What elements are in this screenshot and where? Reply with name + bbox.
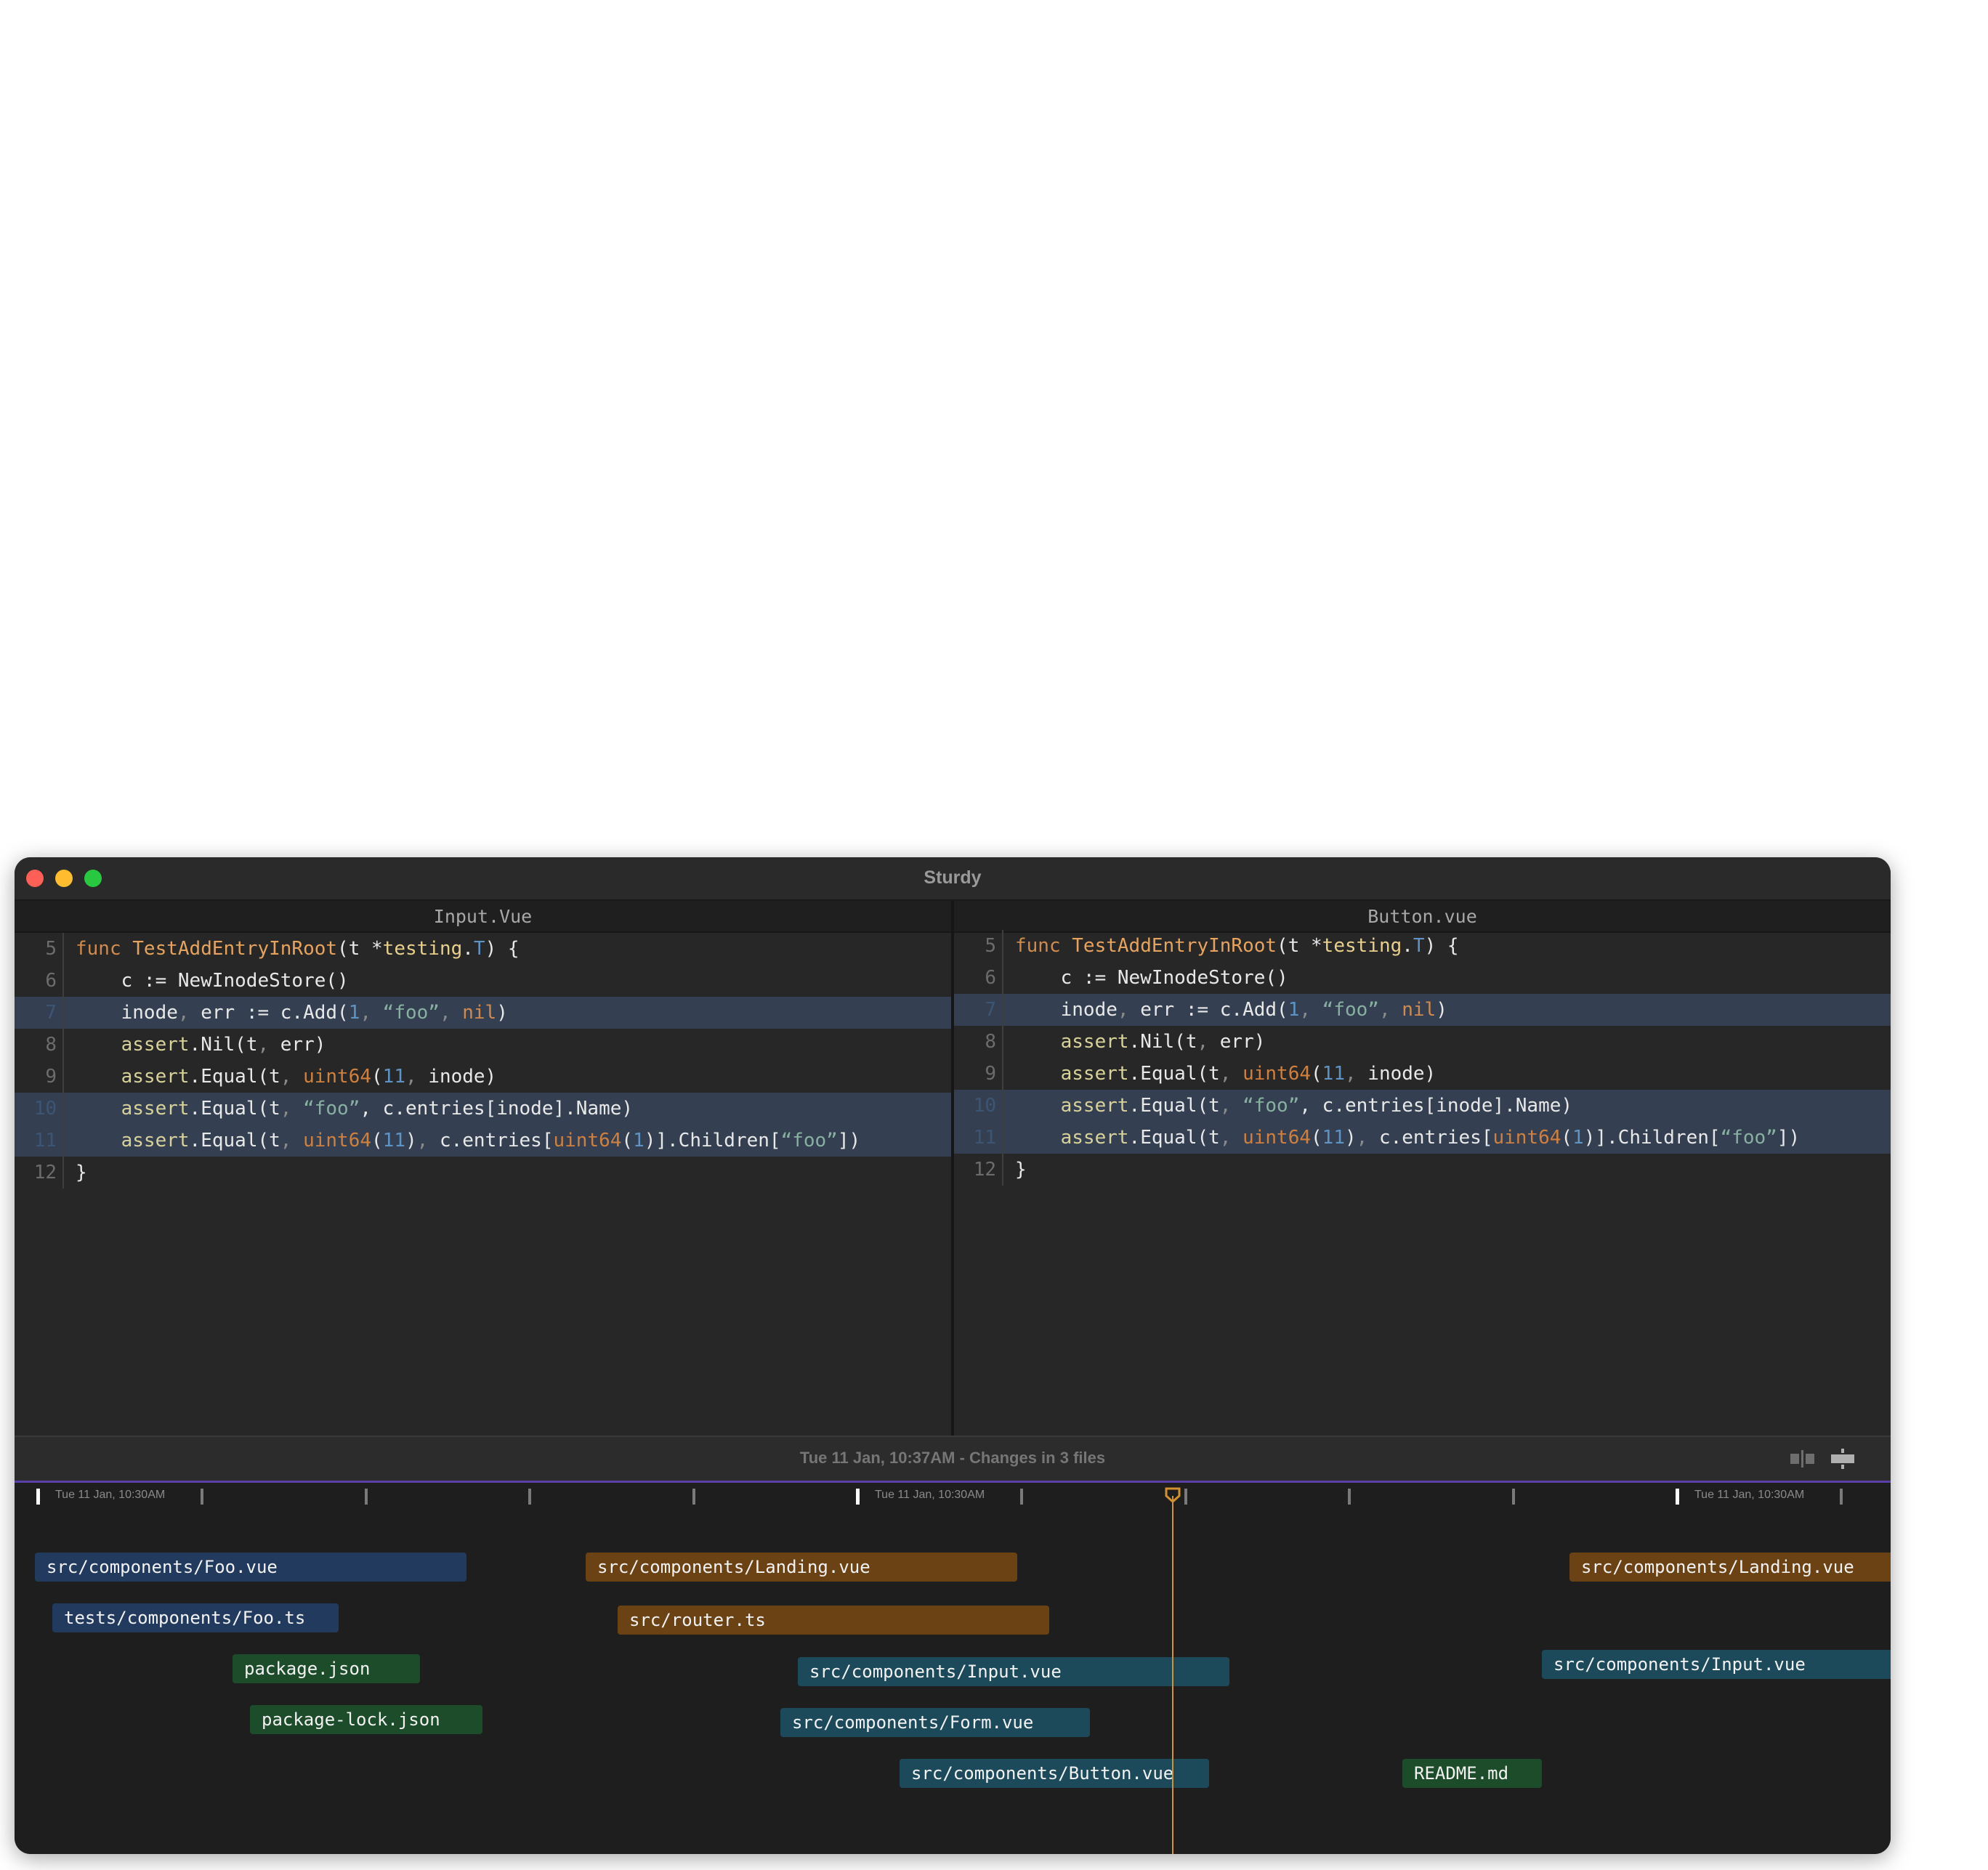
code-text: assert.Equal(t, “foo”, c.entries[inode].…	[1015, 1095, 1573, 1117]
title-bar: Sturdy	[15, 857, 1891, 901]
code-text: inode, err := c.Add(1, “foo”, nil)	[76, 1002, 508, 1024]
line-number: 6	[954, 962, 1003, 994]
right-pane-filename: Button.vue	[954, 901, 1891, 933]
line-number: 6	[15, 965, 64, 997]
left-pane-filename: Input.Vue	[15, 901, 951, 933]
line-number: 7	[954, 994, 1003, 1026]
code-line-changed: 10 assert.Equal(t, “foo”, c.entries[inod…	[954, 1090, 1891, 1122]
change-timeline[interactable]: Tue 11 Jan, 10:30AM Tue 11 Jan, 10:30AM …	[15, 1481, 1891, 1854]
code-text: }	[76, 1162, 87, 1183]
line-number: 8	[954, 1026, 1003, 1058]
timeline-tick	[1184, 1489, 1187, 1505]
diff-panes: Input.Vue 5 func TestAddEntryInRoot(t *t…	[15, 901, 1891, 1436]
window-title: Sturdy	[924, 867, 982, 888]
change-bar[interactable]: src/components/Form.vue	[780, 1708, 1090, 1737]
line-number: 8	[15, 1029, 64, 1061]
code-text: assert.Equal(t, uint64(11, inode)	[1015, 1063, 1437, 1085]
playhead-marker-icon[interactable]	[1164, 1487, 1181, 1504]
code-text: func TestAddEntryInRoot(t *testing.T) {	[1015, 935, 1459, 957]
change-bar[interactable]: tests/components/Foo.ts	[52, 1603, 339, 1632]
right-code-pane[interactable]: Button.vue 5 func TestAddEntryInRoot(t *…	[954, 901, 1891, 1436]
code-line: 6 c := NewInodeStore()	[15, 965, 951, 997]
timeline-tick	[201, 1489, 203, 1505]
code-line: 5 func TestAddEntryInRoot(t *testing.T) …	[15, 933, 951, 965]
line-number: 11	[15, 1125, 64, 1157]
timeline-tick	[1348, 1489, 1351, 1505]
split-view-icon[interactable]	[1787, 1447, 1817, 1470]
code-line: 5 func TestAddEntryInRoot(t *testing.T) …	[954, 930, 1891, 962]
line-number: 7	[15, 997, 64, 1029]
code-text: assert.Equal(t, uint64(11), c.entries[ui…	[76, 1130, 861, 1151]
code-text: func TestAddEntryInRoot(t *testing.T) {	[76, 938, 520, 960]
code-line: 9 assert.Equal(t, uint64(11, inode)	[15, 1061, 951, 1093]
code-text: inode, err := c.Add(1, “foo”, nil)	[1015, 999, 1447, 1021]
change-bar[interactable]: package.json	[233, 1654, 420, 1683]
merge-view-icon[interactable]	[1828, 1447, 1857, 1470]
code-line: 8 assert.Nil(t, err)	[954, 1026, 1891, 1058]
code-text: assert.Equal(t, uint64(11), c.entries[ui…	[1015, 1127, 1801, 1149]
status-text: Tue 11 Jan, 10:37AM - Changes in 3 files	[799, 1449, 1106, 1467]
right-code-lines: 5 func TestAddEntryInRoot(t *testing.T) …	[954, 930, 1891, 1186]
code-line-changed: 11 assert.Equal(t, uint64(11), c.entries…	[954, 1122, 1891, 1154]
code-line-changed: 10 assert.Equal(t, “foo”, c.entries[inod…	[15, 1093, 951, 1125]
code-line: 9 assert.Equal(t, uint64(11, inode)	[954, 1058, 1891, 1090]
code-text: assert.Nil(t, err)	[1015, 1031, 1266, 1053]
timeline-tick	[692, 1489, 695, 1505]
sturdy-window: Sturdy Input.Vue 5 func TestAddEntryInRo…	[15, 857, 1891, 1854]
change-bar[interactable]: src/router.ts	[618, 1606, 1049, 1635]
code-line-changed: 7 inode, err := c.Add(1, “foo”, nil)	[954, 994, 1891, 1026]
timeline-tick-major	[36, 1489, 40, 1505]
code-line-changed: 11 assert.Equal(t, uint64(11), c.entries…	[15, 1125, 951, 1157]
timeline-tick-label: Tue 11 Jan, 10:30AM	[1694, 1489, 1805, 1501]
change-bar[interactable]: src/components/Foo.vue	[35, 1553, 466, 1582]
change-bar[interactable]: src/components/Landing.vue	[586, 1553, 1017, 1582]
code-text: assert.Nil(t, err)	[76, 1034, 326, 1056]
timeline-tick-major	[1676, 1489, 1679, 1505]
line-number: 12	[954, 1154, 1003, 1186]
code-text: c := NewInodeStore()	[76, 970, 349, 992]
change-bar[interactable]: package-lock.json	[250, 1705, 482, 1734]
left-code-lines: 5 func TestAddEntryInRoot(t *testing.T) …	[15, 933, 951, 1189]
timeline-tick	[528, 1489, 531, 1505]
line-number: 10	[954, 1090, 1003, 1122]
timeline-tick	[1840, 1489, 1843, 1505]
code-line: 6 c := NewInodeStore()	[954, 962, 1891, 994]
timeline-tick	[365, 1489, 368, 1505]
change-bar[interactable]: src/components/Button.vue	[900, 1759, 1209, 1788]
line-number: 9	[15, 1061, 64, 1093]
code-text: assert.Equal(t, “foo”, c.entries[inode].…	[76, 1098, 634, 1120]
line-number: 9	[954, 1058, 1003, 1090]
line-number: 5	[15, 933, 64, 965]
line-number: 10	[15, 1093, 64, 1125]
code-text: }	[1015, 1159, 1027, 1181]
code-text: c := NewInodeStore()	[1015, 967, 1288, 989]
timeline-tick	[1020, 1489, 1023, 1505]
line-number: 12	[15, 1157, 64, 1189]
change-bar[interactable]: README.md	[1402, 1759, 1542, 1788]
change-bar[interactable]: src/components/Input.vue	[1542, 1650, 1891, 1679]
timeline-tick-major	[856, 1489, 860, 1505]
line-number: 11	[954, 1122, 1003, 1154]
playhead-line[interactable]	[1172, 1496, 1173, 1854]
code-text: assert.Equal(t, uint64(11, inode)	[76, 1066, 497, 1088]
code-line-changed: 7 inode, err := c.Add(1, “foo”, nil)	[15, 997, 951, 1029]
change-bar[interactable]: src/components/Landing.vue	[1569, 1553, 1891, 1582]
status-bar: Tue 11 Jan, 10:37AM - Changes in 3 files	[15, 1436, 1891, 1482]
code-line: 12 }	[15, 1157, 951, 1189]
left-code-pane[interactable]: Input.Vue 5 func TestAddEntryInRoot(t *t…	[15, 901, 951, 1436]
timeline-tick-label: Tue 11 Jan, 10:30AM	[875, 1489, 985, 1501]
code-line: 8 assert.Nil(t, err)	[15, 1029, 951, 1061]
code-line: 12 }	[954, 1154, 1891, 1186]
line-number: 5	[954, 930, 1003, 962]
timeline-tick	[1512, 1489, 1515, 1505]
timeline-tick-label: Tue 11 Jan, 10:30AM	[55, 1489, 166, 1501]
change-bar[interactable]: src/components/Input.vue	[798, 1657, 1229, 1686]
